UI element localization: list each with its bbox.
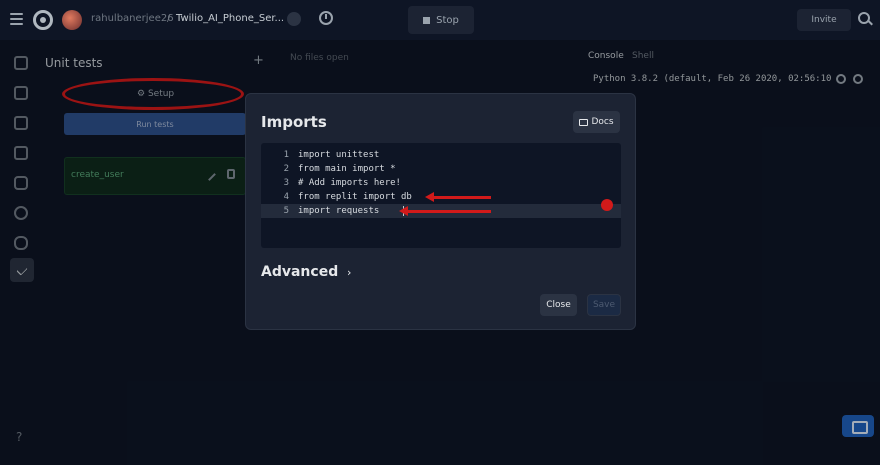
modal-title: Imports [261,113,327,131]
code-text: from main import * [298,164,396,174]
top-bar: rahulbanerjee26 / Twilio_AI_Phone_Ser...… [0,0,880,40]
code-text: import unittest [298,150,380,160]
annotation-arrow [399,206,491,216]
breadcrumb-username[interactable]: rahulbanerjee26 [91,13,174,24]
breadcrumb-repo-name[interactable]: Twilio_AI_Phone_Ser... [176,13,284,24]
annotation-dot [601,199,613,211]
stop-icon [423,16,431,24]
line-number: 5 [283,206,289,216]
docs-label: Docs [591,117,614,127]
docs-button[interactable]: Docs [573,111,620,133]
code-text: # Add imports here! [298,178,401,188]
close-label: Close [546,300,571,310]
imports-code-editor[interactable]: 1 import unittest 2 from main import * 3… [261,143,621,248]
advanced-toggle[interactable]: Advanced [261,264,338,280]
annotation-arrow [425,192,491,202]
save-label: Save [592,300,616,310]
close-button[interactable]: Close [540,294,577,316]
imports-modal: Imports Docs 1 import unittest 2 from ma… [245,93,636,330]
user-avatar[interactable] [62,10,82,30]
code-line: 1 import unittest [261,148,621,162]
book-icon [579,118,589,126]
line-number: 2 [283,164,289,174]
app-root: rahulbanerjee26 / Twilio_AI_Phone_Ser...… [0,0,880,465]
replit-logo-icon[interactable] [33,10,53,30]
search-icon[interactable] [858,12,870,24]
save-button[interactable]: Save [587,294,621,316]
stop-button[interactable]: Stop [408,6,474,34]
line-number: 3 [283,178,289,188]
code-text: from replit import db [298,192,412,202]
line-number: 1 [283,150,289,160]
repo-settings-icon[interactable] [287,12,301,26]
line-number: 4 [283,192,289,202]
invite-button[interactable]: Invite [797,9,851,31]
code-line: 2 from main import * [261,162,621,176]
invite-label: Invite [811,15,837,25]
breadcrumb-separator: / [167,13,171,24]
history-icon[interactable] [319,11,333,25]
code-text: import requests [298,206,380,216]
menu-icon[interactable] [10,13,23,25]
chevron-right-icon[interactable]: › [347,266,351,279]
code-line: 3 # Add imports here! [261,176,621,190]
stop-label: Stop [436,14,459,26]
